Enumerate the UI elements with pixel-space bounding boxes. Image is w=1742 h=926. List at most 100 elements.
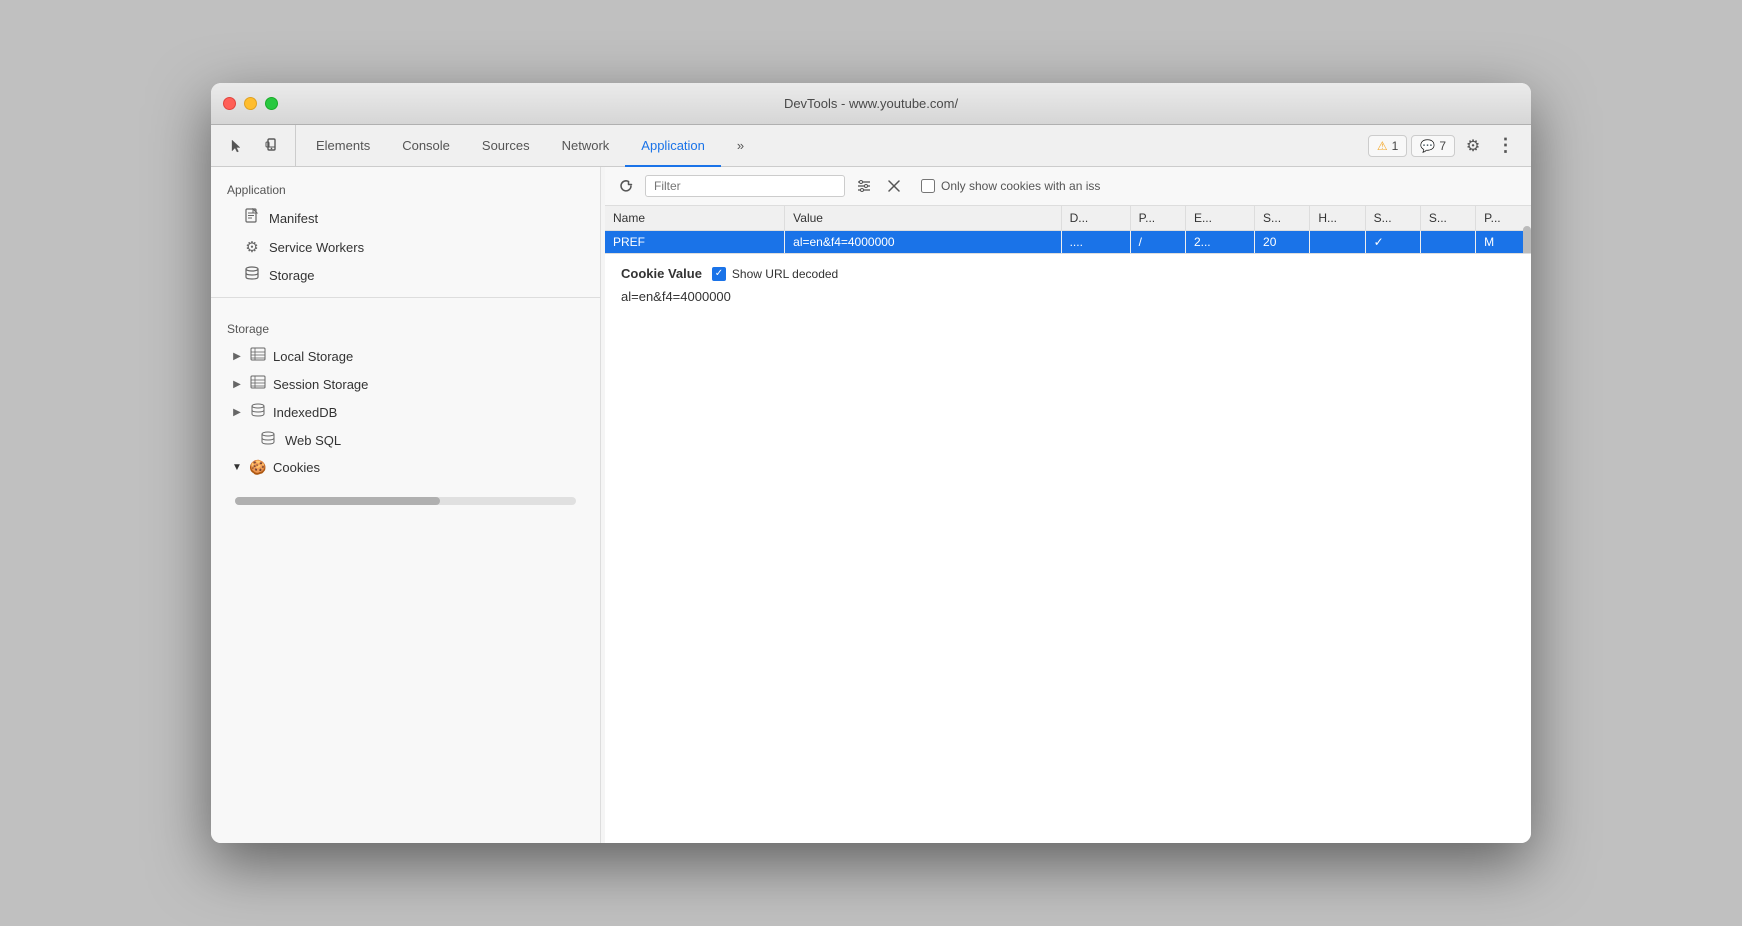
refresh-button[interactable] xyxy=(613,173,639,199)
session-storage-icon xyxy=(249,375,267,393)
tab-sources[interactable]: Sources xyxy=(466,125,546,167)
cookie-toolbar: Only show cookies with an iss xyxy=(605,167,1531,206)
chat-count: 7 xyxy=(1439,139,1446,153)
cookies-icon: 🍪 xyxy=(249,459,267,476)
cell-size: 20 xyxy=(1255,231,1310,254)
cookie-table: Name Value D... P... E... S... H... S...… xyxy=(605,206,1531,253)
local-storage-label: Local Storage xyxy=(273,349,353,364)
traffic-lights xyxy=(223,97,278,110)
url-decoded-checkbox[interactable]: ✓ xyxy=(712,267,726,281)
minimize-button[interactable] xyxy=(244,97,257,110)
clear-filter-button[interactable] xyxy=(881,173,907,199)
devtools-window: DevTools - www.youtube.com/ xyxy=(211,83,1531,843)
cell-expires: 2... xyxy=(1185,231,1254,254)
tab-network[interactable]: Network xyxy=(546,125,626,167)
main-area: Application Manifest ⚙ xyxy=(211,167,1531,843)
warning-icon: ⚠ xyxy=(1377,139,1388,153)
service-workers-icon: ⚙ xyxy=(243,238,261,256)
cookie-value-text: al=en&f4=4000000 xyxy=(621,289,1515,304)
indexeddb-icon xyxy=(249,403,267,421)
sidebar-item-service-workers[interactable]: ⚙ Service Workers xyxy=(211,233,600,261)
sidebar-scrollbar[interactable] xyxy=(235,497,576,505)
cell-samesite xyxy=(1420,231,1475,254)
sidebar-item-cookies[interactable]: ▼ 🍪 Cookies xyxy=(211,454,600,481)
issue-filter-label[interactable]: Only show cookies with an iss xyxy=(921,179,1100,193)
tab-application[interactable]: Application xyxy=(625,125,721,167)
expand-arrow-cookies: ▼ xyxy=(231,462,243,473)
sidebar-item-web-sql[interactable]: Web SQL xyxy=(211,426,600,454)
cookies-label: Cookies xyxy=(273,460,320,475)
maximize-button[interactable] xyxy=(265,97,278,110)
col-header-samesite[interactable]: S... xyxy=(1420,206,1475,231)
toolbar-right: ⚠ 1 💬 7 ⚙ ⋮ xyxy=(1368,125,1527,166)
sidebar-item-storage-app[interactable]: Storage xyxy=(211,261,600,289)
titlebar: DevTools - www.youtube.com/ xyxy=(211,83,1531,125)
sidebar-section-application: Application xyxy=(211,167,600,203)
sidebar-item-indexeddb[interactable]: ▶ IndexedDB xyxy=(211,398,600,426)
col-header-value[interactable]: Value xyxy=(785,206,1061,231)
close-button[interactable] xyxy=(223,97,236,110)
filter-options-button[interactable] xyxy=(851,173,877,199)
content-panel: Only show cookies with an iss Name Value… xyxy=(605,167,1531,843)
cell-name: PREF xyxy=(605,231,785,254)
url-decoded-text: Show URL decoded xyxy=(732,267,838,281)
cursor-icon[interactable] xyxy=(223,132,251,160)
toolbar: Elements Console Sources Network Applica… xyxy=(211,125,1531,167)
cell-path: / xyxy=(1130,231,1185,254)
warning-count: 1 xyxy=(1392,139,1399,153)
web-sql-icon xyxy=(259,431,277,449)
session-storage-label: Session Storage xyxy=(273,377,368,392)
manifest-icon xyxy=(243,208,261,228)
more-dots-icon: ⋮ xyxy=(1497,135,1514,156)
col-header-domain[interactable]: D... xyxy=(1061,206,1130,231)
sidebar-item-local-storage[interactable]: ▶ Local Storage xyxy=(211,342,600,370)
col-header-size[interactable]: S... xyxy=(1255,206,1310,231)
col-header-path[interactable]: P... xyxy=(1130,206,1185,231)
tab-more[interactable]: » xyxy=(721,125,760,167)
issue-filter-text: Only show cookies with an iss xyxy=(941,179,1100,193)
cookie-table-wrapper: Name Value D... P... E... S... H... S...… xyxy=(605,206,1531,253)
table-scrollbar-thumb xyxy=(1523,226,1531,253)
expand-arrow-indexeddb: ▶ xyxy=(231,407,243,418)
table-scrollbar[interactable] xyxy=(1523,206,1531,253)
storage-app-label: Storage xyxy=(269,268,315,283)
col-header-name[interactable]: Name xyxy=(605,206,785,231)
indexeddb-label: IndexedDB xyxy=(273,405,337,420)
chat-badge[interactable]: 💬 7 xyxy=(1411,135,1455,157)
expand-arrow-local-storage: ▶ xyxy=(231,351,243,362)
cookie-value-panel: Cookie Value ✓ Show URL decoded al=en&f4… xyxy=(605,253,1531,843)
cookie-table-body: PREF al=en&f4=4000000 .... / 2... 20 ✓ M xyxy=(605,231,1531,254)
sidebar: Application Manifest ⚙ xyxy=(211,167,601,843)
sidebar-section-storage: Storage xyxy=(211,306,600,342)
service-workers-label: Service Workers xyxy=(269,240,364,255)
cell-secure: ✓ xyxy=(1365,231,1420,254)
settings-button[interactable]: ⚙ xyxy=(1459,132,1487,160)
cookie-value-header: Cookie Value ✓ Show URL decoded xyxy=(621,266,1515,281)
expand-arrow-session-storage: ▶ xyxy=(231,379,243,390)
cookie-row-pref[interactable]: PREF al=en&f4=4000000 .... / 2... 20 ✓ M xyxy=(605,231,1531,254)
col-header-expires[interactable]: E... xyxy=(1185,206,1254,231)
col-header-httponly[interactable]: H... xyxy=(1310,206,1365,231)
toolbar-icon-group xyxy=(215,125,296,166)
more-options-button[interactable]: ⋮ xyxy=(1491,132,1519,160)
mobile-icon[interactable] xyxy=(259,132,287,160)
sidebar-scrollbar-thumb xyxy=(235,497,440,505)
cell-domain: .... xyxy=(1061,231,1130,254)
issue-filter-checkbox[interactable] xyxy=(921,179,935,193)
sidebar-item-manifest[interactable]: Manifest xyxy=(211,203,600,233)
col-header-secure[interactable]: S... xyxy=(1365,206,1420,231)
cell-value: al=en&f4=4000000 xyxy=(785,231,1061,254)
local-storage-icon xyxy=(249,347,267,365)
cookie-value-title: Cookie Value xyxy=(621,266,702,281)
web-sql-label: Web SQL xyxy=(285,433,341,448)
tab-console[interactable]: Console xyxy=(386,125,466,167)
filter-icons xyxy=(851,173,907,199)
url-decoded-label[interactable]: ✓ Show URL decoded xyxy=(712,267,838,281)
filter-input[interactable] xyxy=(645,175,845,197)
warning-badge[interactable]: ⚠ 1 xyxy=(1368,135,1407,157)
sidebar-item-session-storage[interactable]: ▶ Session Storage xyxy=(211,370,600,398)
window-title: DevTools - www.youtube.com/ xyxy=(784,96,958,111)
tab-elements[interactable]: Elements xyxy=(300,125,386,167)
storage-app-icon xyxy=(243,266,261,284)
chat-icon: 💬 xyxy=(1420,139,1435,153)
